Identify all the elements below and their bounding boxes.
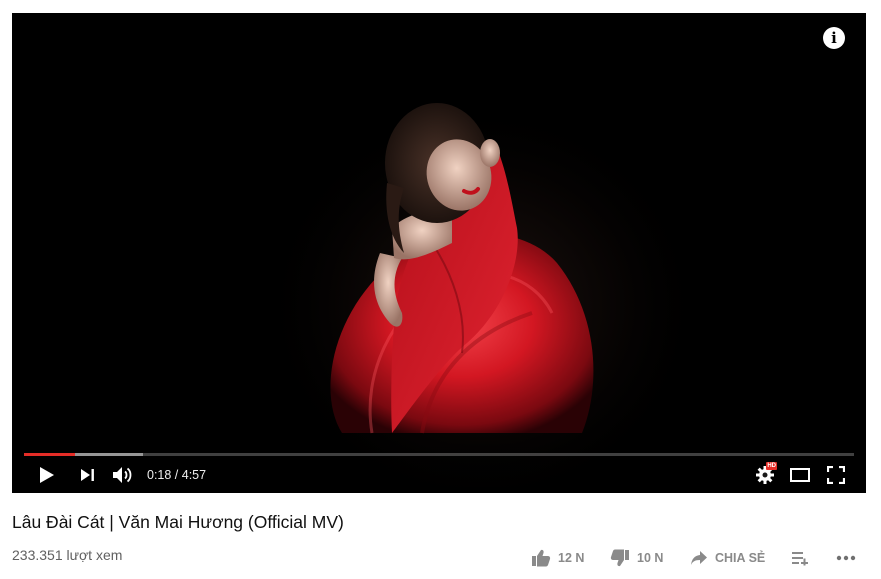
thumbs-up-icon bbox=[532, 549, 551, 567]
progress-bar[interactable] bbox=[24, 453, 854, 456]
like-count: 12 N bbox=[558, 551, 585, 565]
progress-played bbox=[24, 453, 76, 456]
theater-mode-icon bbox=[790, 468, 810, 482]
hd-badge: HD bbox=[766, 462, 777, 470]
dislike-button[interactable]: 10 N bbox=[610, 547, 663, 569]
settings-gear-icon: HD bbox=[755, 462, 777, 485]
volume-button[interactable] bbox=[111, 463, 135, 487]
fullscreen-icon bbox=[827, 466, 845, 484]
like-button[interactable]: 12 N bbox=[531, 547, 584, 569]
info-icon[interactable]: i bbox=[823, 27, 845, 49]
save-to-playlist-button[interactable] bbox=[791, 547, 809, 569]
more-options-icon bbox=[836, 555, 856, 561]
settings-button[interactable]: HD bbox=[753, 462, 777, 487]
dislike-count: 10 N bbox=[637, 551, 664, 565]
controls-background bbox=[12, 433, 866, 493]
add-to-playlist-icon bbox=[792, 552, 808, 566]
view-count: 233.351 lượt xem bbox=[12, 547, 123, 563]
fullscreen-button[interactable] bbox=[824, 463, 848, 487]
theater-mode-button[interactable] bbox=[788, 463, 812, 487]
share-arrow-icon bbox=[691, 551, 707, 565]
next-icon bbox=[81, 469, 94, 481]
volume-icon bbox=[113, 467, 132, 483]
next-button[interactable] bbox=[76, 463, 100, 487]
video-player[interactable]: i 0:18 / 4:57 HD bbox=[12, 13, 866, 493]
time-display: 0:18 / 4:57 bbox=[147, 468, 207, 482]
video-title: Lâu Đài Cát | Văn Mai Hương (Official MV… bbox=[12, 512, 344, 532]
video-frame[interactable] bbox=[12, 13, 866, 493]
share-label: CHIA SẺ bbox=[715, 551, 766, 565]
thumbs-down-icon bbox=[610, 549, 629, 567]
play-icon bbox=[40, 467, 54, 483]
more-options-button[interactable] bbox=[836, 547, 856, 569]
watch-page: i 0:18 / 4:57 HD Lâu Đài Cát | Văn Mai H… bbox=[0, 0, 881, 579]
share-button[interactable]: CHIA SẺ bbox=[690, 547, 765, 569]
play-button[interactable] bbox=[35, 463, 59, 487]
